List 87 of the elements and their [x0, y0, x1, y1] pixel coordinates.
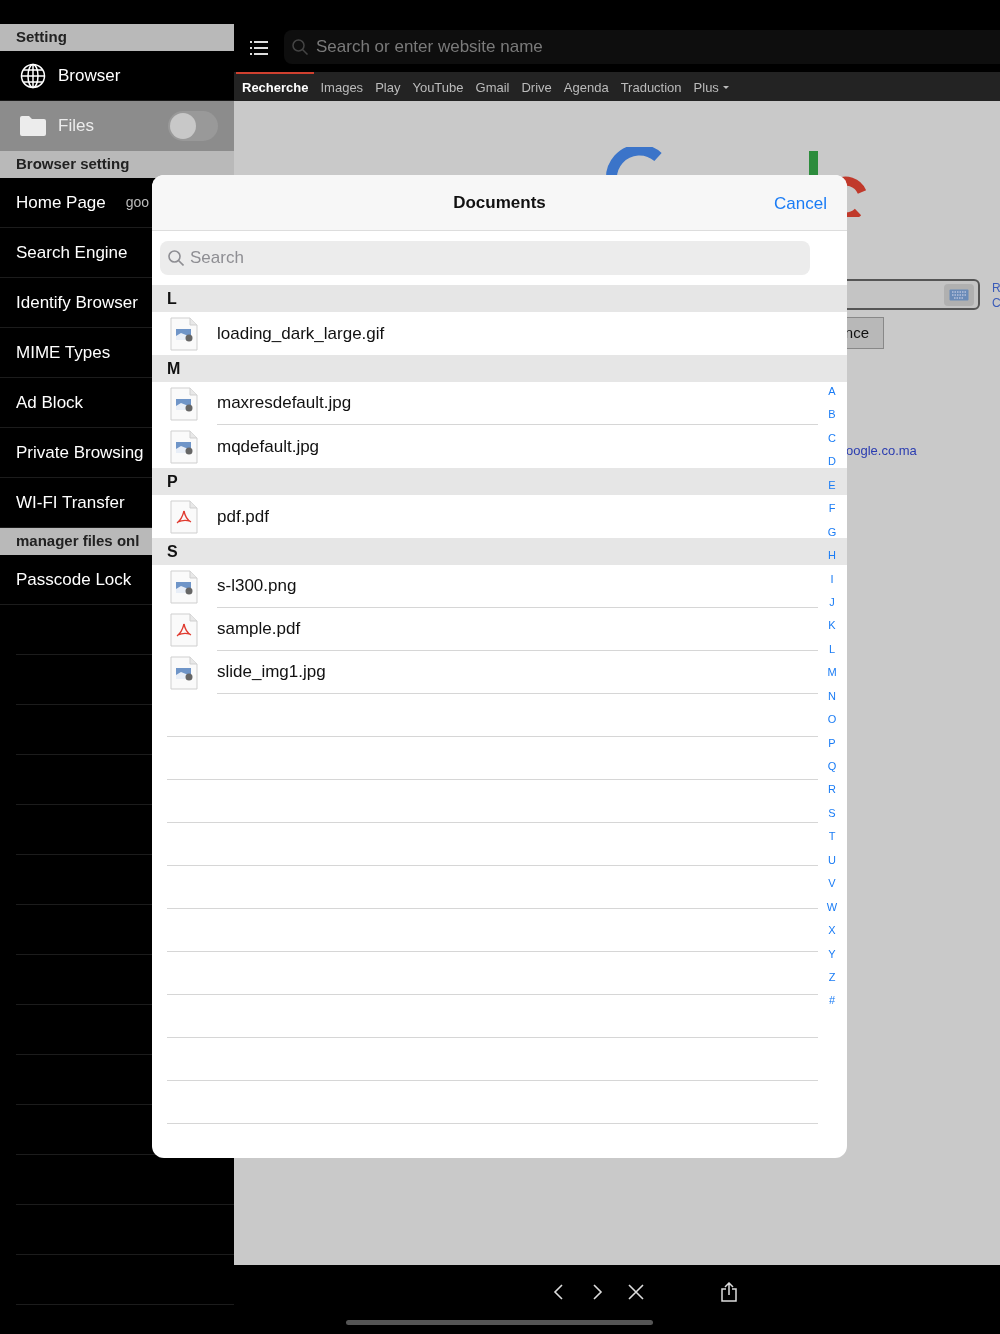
- index-letter[interactable]: D: [828, 454, 836, 478]
- index-letter[interactable]: L: [828, 641, 836, 666]
- setting-label[interactable]: Home Page: [16, 189, 106, 216]
- file-name: mqdefault.jpg: [217, 435, 320, 458]
- file-row[interactable]: pdf.pdf: [152, 495, 818, 538]
- setting-label[interactable]: Ad Block: [16, 389, 84, 416]
- folder-icon: [20, 116, 46, 136]
- cancel-button[interactable]: Cancel: [774, 191, 827, 217]
- section-letter: M: [152, 355, 847, 382]
- section-letter: L: [152, 285, 847, 312]
- file-name: sample.pdf: [217, 618, 301, 641]
- search-icon: [168, 250, 184, 266]
- index-letter[interactable]: A: [828, 384, 836, 408]
- file-row[interactable]: maxresdefault.jpg: [152, 382, 818, 425]
- file-row[interactable]: sample.pdf: [152, 608, 818, 651]
- setting-label[interactable]: Identify Browser: [16, 289, 138, 316]
- caret-icon: [722, 85, 729, 90]
- pdf-file-icon: [170, 612, 198, 647]
- file-row[interactable]: loading_dark_large.gif: [152, 312, 818, 355]
- image-file-icon: [170, 386, 198, 421]
- index-letter[interactable]: O: [827, 712, 837, 736]
- dialog-title: Documents: [453, 191, 546, 214]
- globe-icon: [20, 62, 46, 89]
- index-letter[interactable]: Y: [828, 946, 836, 970]
- nav-tab[interactable]: Play: [369, 72, 407, 101]
- search-field[interactable]: Search: [160, 241, 810, 275]
- index-letter[interactable]: P: [828, 735, 836, 759]
- section-header: Browser setting: [16, 154, 130, 175]
- index-letter[interactable]: H: [828, 548, 836, 572]
- back-icon[interactable]: [552, 1284, 566, 1300]
- index-letter[interactable]: W: [826, 899, 838, 924]
- nav-tab[interactable]: Traduction: [614, 72, 688, 101]
- page-link[interactable]: C: [992, 296, 1000, 311]
- index-letter[interactable]: Z: [828, 969, 836, 994]
- section-header: manager files onl: [16, 531, 140, 552]
- nav-tab[interactable]: Images: [314, 72, 370, 101]
- nav-tab[interactable]: Agenda: [557, 72, 615, 101]
- forward-icon[interactable]: [590, 1284, 604, 1300]
- nav-tab[interactable]: Gmail: [469, 72, 516, 101]
- index-letter[interactable]: U: [828, 852, 836, 877]
- setting-label[interactable]: Private Browsing: [16, 439, 144, 466]
- setting-label[interactable]: Search Engine: [16, 239, 128, 266]
- nav-tab[interactable]: YouTube: [406, 72, 470, 101]
- index-letter[interactable]: E: [828, 477, 836, 502]
- page-link[interactable]: R: [992, 281, 1000, 296]
- index-letter[interactable]: R: [828, 782, 836, 806]
- index-letter[interactable]: F: [828, 501, 836, 525]
- index-letter[interactable]: G: [827, 524, 837, 549]
- setting-label[interactable]: Passcode Lock: [16, 566, 132, 593]
- file-name: loading_dark_large.gif: [217, 322, 385, 345]
- nav-tab[interactable]: Drive: [515, 72, 558, 101]
- address-bar[interactable]: Search or enter website name: [284, 30, 1000, 64]
- nav-tab[interactable]: Plus: [687, 72, 735, 101]
- index-letter[interactable]: C: [828, 430, 836, 455]
- file-name: s-l300.png: [217, 575, 297, 598]
- index-letter[interactable]: T: [828, 829, 836, 853]
- file-row[interactable]: s-l300.png: [152, 565, 818, 608]
- list-icon[interactable]: [250, 41, 268, 55]
- index-letter[interactable]: M: [827, 665, 837, 689]
- index-letter[interactable]: J: [829, 594, 835, 619]
- setting-value: goo: [125, 193, 150, 212]
- section-header: Setting: [16, 27, 67, 48]
- file-row[interactable]: mqdefault.jpg: [152, 425, 818, 468]
- file-name: maxresdefault.jpg: [217, 392, 352, 415]
- pdf-file-icon: [170, 499, 198, 534]
- index-letter[interactable]: N: [828, 688, 836, 713]
- index-letter[interactable]: V: [828, 876, 836, 900]
- image-file-icon: [170, 429, 198, 464]
- file-name: pdf.pdf: [217, 505, 269, 528]
- index-letter[interactable]: X: [828, 923, 836, 947]
- share-icon[interactable]: [720, 1282, 738, 1302]
- image-file-icon: [170, 569, 198, 604]
- close-icon[interactable]: [628, 1284, 644, 1300]
- index-letter[interactable]: B: [828, 407, 836, 431]
- setting-label[interactable]: WI-FI Transfer: [16, 489, 125, 516]
- index-letter[interactable]: #: [828, 993, 836, 1017]
- index-letter[interactable]: K: [828, 618, 836, 642]
- file-name: slide_img1.jpg: [217, 661, 326, 684]
- index-letter[interactable]: S: [828, 805, 836, 830]
- setting-label[interactable]: MIME Types: [16, 339, 111, 366]
- file-row[interactable]: slide_img1.jpg: [152, 651, 818, 694]
- image-file-icon: [170, 316, 198, 351]
- keyboard-icon: [949, 288, 969, 301]
- index-letter[interactable]: Q: [827, 759, 837, 783]
- domain-link[interactable]: oogle.co.ma: [846, 441, 917, 461]
- search-icon: [292, 39, 308, 55]
- image-file-icon: [170, 655, 198, 690]
